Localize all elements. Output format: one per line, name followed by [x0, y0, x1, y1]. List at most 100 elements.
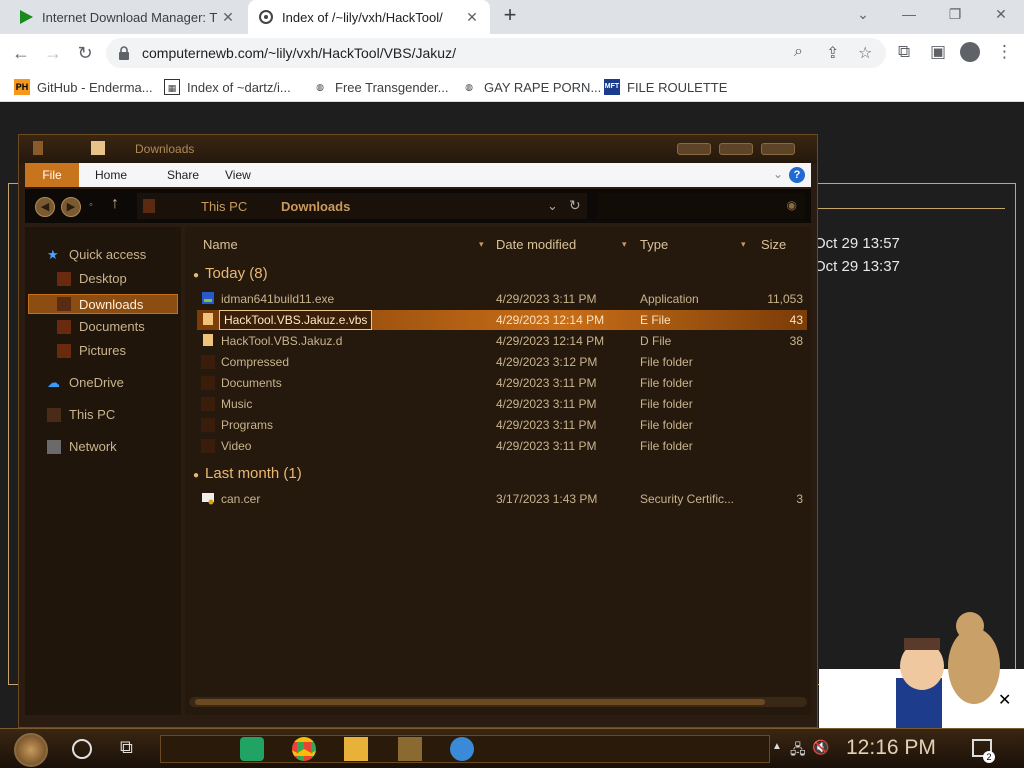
- rename-field[interactable]: HackTool.VBS.Jakuz.e.vbs: [219, 310, 373, 330]
- ribbon-file-tab[interactable]: File: [25, 163, 79, 187]
- search-box[interactable]: ◉: [597, 193, 805, 219]
- ribbon-view-tab[interactable]: View: [225, 168, 251, 182]
- file-row[interactable]: HackTool.VBS.Jakuz.d 4/29/2023 12:14 PM …: [197, 331, 807, 351]
- ribbon-share-tab[interactable]: Share: [167, 168, 199, 182]
- bookmark-index[interactable]: ▦ Index of ~dartz/i...: [164, 79, 291, 95]
- breadcrumb-this-pc[interactable]: This PC: [201, 199, 247, 214]
- side-panel-icon[interactable]: ▣: [930, 42, 946, 62]
- clock[interactable]: 12:16 PM: [846, 736, 936, 760]
- chevron-down-icon[interactable]: ▾: [479, 239, 484, 250]
- bookmark-file-roulette[interactable]: MFT FILE ROULETTE: [604, 79, 727, 95]
- file-explorer-icon[interactable]: [344, 737, 368, 761]
- menu-icon[interactable]: ⋮: [996, 42, 1013, 62]
- network-tray-icon[interactable]: 🖧: [790, 739, 806, 763]
- column-date[interactable]: Date modified: [496, 237, 576, 252]
- nav-quick-access[interactable]: ★ Quick access: [47, 247, 146, 262]
- column-size[interactable]: Size: [761, 237, 786, 252]
- scrollbar-thumb[interactable]: [195, 699, 765, 705]
- file-row[interactable]: idman641build11.exe 4/29/2023 3:11 PM Ap…: [197, 289, 807, 309]
- start-button[interactable]: [14, 733, 48, 767]
- nav-downloads[interactable]: Downloads: [28, 294, 178, 314]
- recent-locations-icon[interactable]: ◦: [89, 199, 93, 211]
- star-icon: ★: [47, 246, 59, 262]
- folder-icon: [91, 141, 105, 155]
- column-name[interactable]: Name: [203, 237, 238, 252]
- address-bar[interactable]: computernewb.com/~lily/vxh/HackTool/VBS/…: [106, 38, 886, 68]
- back-button[interactable]: ←: [8, 40, 34, 66]
- chevron-up-icon[interactable]: ▲: [772, 741, 782, 752]
- forward-icon[interactable]: ▶: [61, 197, 81, 217]
- folder-icon: [201, 418, 215, 432]
- file-size: 3: [796, 492, 803, 506]
- close-button[interactable]: [761, 143, 795, 155]
- up-icon[interactable]: ↑: [111, 195, 119, 213]
- new-tab-button[interactable]: +: [498, 4, 522, 28]
- task-view-icon[interactable]: ⧉: [120, 737, 144, 761]
- column-type[interactable]: Type: [640, 237, 668, 252]
- group-header[interactable]: ● Today (8): [193, 265, 268, 282]
- nav-onedrive[interactable]: ☁ OneDrive: [47, 375, 124, 390]
- nav-label: Desktop: [79, 271, 127, 286]
- file-row[interactable]: HackTool.VBS.Jakuz.e.vbs 4/29/2023 12:14…: [197, 310, 807, 330]
- horizontal-scrollbar[interactable]: [189, 697, 807, 707]
- nav-documents[interactable]: Documents: [57, 319, 145, 334]
- file-row[interactable]: Video 4/29/2023 3:11 PM File folder: [197, 436, 807, 456]
- nav-network[interactable]: Network: [47, 439, 117, 454]
- expand-ribbon-icon[interactable]: ⌄: [773, 167, 783, 181]
- file-row[interactable]: Compressed 4/29/2023 3:12 PM File folder: [197, 352, 807, 372]
- file-name: Programs: [221, 418, 274, 432]
- bookmark-gay[interactable]: ◍ GAY RAPE PORN...: [461, 79, 601, 95]
- group-header[interactable]: ● Last month (1): [193, 465, 302, 482]
- tab-search-icon[interactable]: ⌄: [840, 0, 886, 30]
- chevron-down-icon[interactable]: ▾: [622, 239, 627, 250]
- bookmark-free[interactable]: ◍ Free Transgender...: [312, 79, 448, 95]
- minimize-button[interactable]: —: [886, 0, 932, 30]
- explorer-titlebar[interactable]: Downloads: [19, 135, 817, 163]
- share-icon[interactable]: ⇪: [826, 43, 839, 63]
- address-box[interactable]: This PC Downloads ⌄ ↻: [137, 193, 587, 219]
- breadcrumb-downloads[interactable]: Downloads: [281, 199, 350, 214]
- reload-button[interactable]: ↻: [72, 40, 98, 66]
- bookmark-github[interactable]: PH GitHub - Enderma...: [14, 79, 153, 95]
- close-tab-icon[interactable]: ✕: [220, 9, 236, 26]
- quick-access-toolbar-icon[interactable]: [33, 141, 43, 155]
- sheets-icon[interactable]: [240, 737, 264, 761]
- file-row[interactable]: Programs 4/29/2023 3:11 PM File folder: [197, 415, 807, 435]
- close-tab-icon[interactable]: ✕: [464, 9, 480, 26]
- ribbon-home-tab[interactable]: Home: [95, 168, 127, 182]
- nav-pictures[interactable]: Pictures: [57, 343, 126, 358]
- chevron-down-icon[interactable]: ▾: [741, 239, 746, 250]
- idm-icon[interactable]: [450, 737, 474, 761]
- extensions-icon[interactable]: ⧉: [898, 42, 910, 62]
- minimize-button[interactable]: [677, 143, 711, 155]
- search-icon[interactable]: ⌕: [794, 43, 803, 61]
- forward-button[interactable]: →: [40, 40, 66, 66]
- chrome-icon[interactable]: [292, 737, 316, 761]
- tab-idm[interactable]: Internet Download Manager: T ✕: [8, 0, 246, 34]
- nav-this-pc[interactable]: This PC: [47, 407, 115, 422]
- help-icon[interactable]: ?: [789, 167, 805, 183]
- file-row[interactable]: Music 4/29/2023 3:11 PM File folder: [197, 394, 807, 414]
- profile-avatar[interactable]: [960, 42, 980, 62]
- close-icon[interactable]: ✕: [998, 690, 1011, 710]
- file-row[interactable]: Documents 4/29/2023 3:11 PM File folder: [197, 373, 807, 393]
- file-type: E File: [640, 313, 671, 327]
- documents-icon: [57, 319, 71, 334]
- refresh-icon[interactable]: ↻: [569, 197, 581, 214]
- tab-index[interactable]: Index of /~lily/vxh/HackTool/ ✕: [248, 0, 490, 34]
- volume-muted-icon[interactable]: 🔇: [812, 739, 829, 756]
- restore-button[interactable]: ❐: [932, 0, 978, 30]
- app-icon[interactable]: [398, 737, 422, 761]
- bookmark-label: Free Transgender...: [335, 79, 449, 95]
- navigation-pane: ★ Quick access Desktop Downloads Documen…: [25, 227, 181, 715]
- address-dropdown-icon[interactable]: ⌄: [547, 198, 558, 214]
- nav-desktop[interactable]: Desktop: [57, 271, 127, 286]
- cortana-search-icon[interactable]: [72, 739, 92, 759]
- close-window-button[interactable]: ✕: [978, 0, 1024, 30]
- maximize-button[interactable]: [719, 143, 753, 155]
- folder-icon: [201, 376, 215, 390]
- bookmark-star-icon[interactable]: ☆: [858, 43, 872, 63]
- back-icon[interactable]: ◀: [35, 197, 55, 217]
- file-type: Security Certific...: [640, 492, 735, 506]
- file-row[interactable]: can.cer 3/17/2023 1:43 PM Security Certi…: [197, 489, 807, 509]
